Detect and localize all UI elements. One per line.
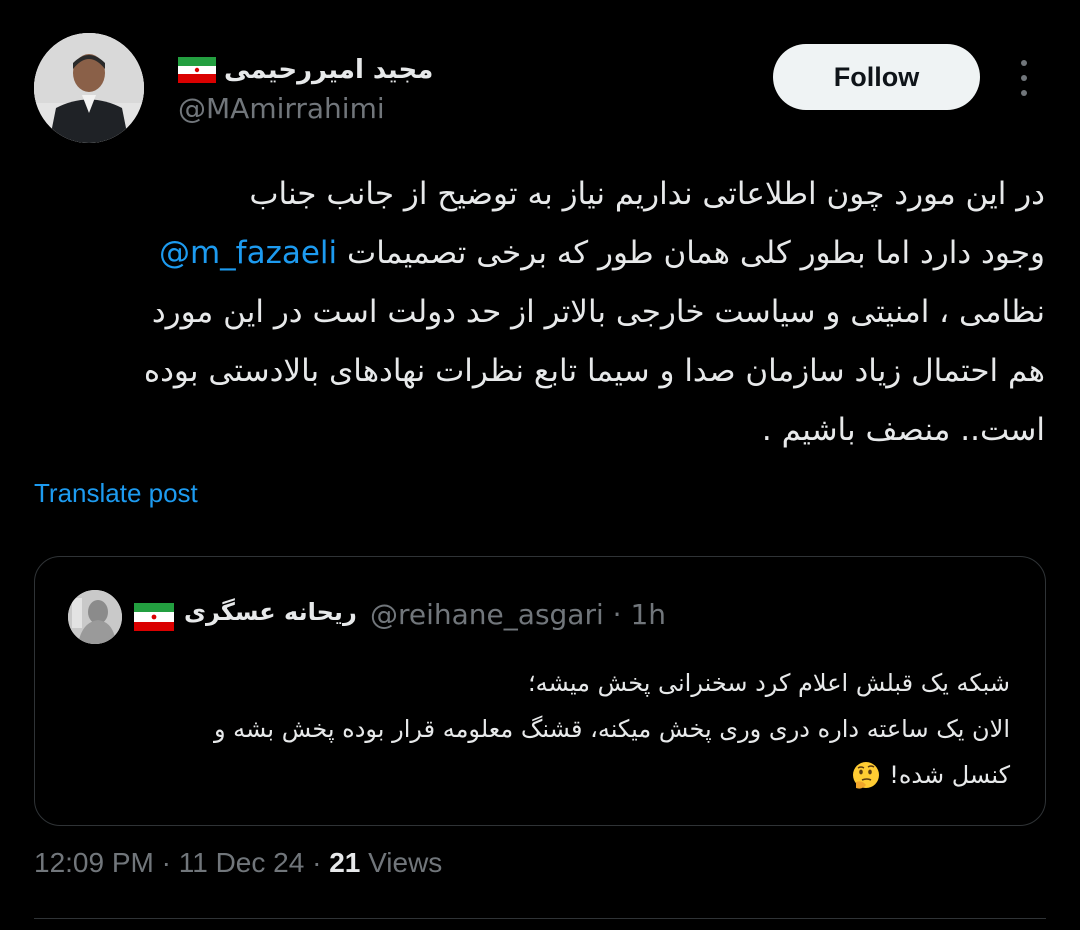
follow-button[interactable]: Follow [773, 44, 980, 110]
translate-post-link[interactable]: Translate post [34, 478, 198, 509]
mention-link[interactable]: @m_fazaeli [159, 235, 337, 271]
quoted-author-avatar [68, 590, 122, 644]
quoted-tweet-text: شبکه یک قبلش اعلام کرد سخنرانی پخش میشه؛… [50, 660, 1010, 798]
tweet-line: هم احتمال زیاد سازمان صدا و سیما تابع نظ… [143, 353, 1045, 389]
quoted-author-name: ریحانه عسگری [184, 598, 357, 626]
tweet-line: نظامی ، امنیتی و سیاست خارجی بالاتر از ح… [151, 294, 1045, 330]
quote-line-text: کنسل شده! [889, 761, 1010, 789]
author-handle[interactable]: @MAmirrahimi [178, 92, 385, 125]
tweet-text: در این مورد چون اطلاعاتی نداریم نیاز به … [40, 165, 1045, 460]
thinking-face-icon [852, 762, 879, 789]
post-timestamp[interactable]: 12:09 PM · 11 Dec 24 · [34, 847, 329, 878]
views-count: 21 [329, 847, 361, 878]
tweet-line: است.. منصف باشیم . [761, 412, 1045, 448]
divider [34, 918, 1046, 919]
author-name-text: مجید امیررحیمی [224, 55, 434, 85]
views-label: Views [360, 847, 443, 878]
author-display-name[interactable]: مجید امیررحیمی [178, 50, 433, 90]
iran-flag-icon [178, 57, 216, 83]
quote-line-with-emoji: کنسل شده! [50, 752, 1010, 798]
quote-line: شبکه یک قبلش اعلام کرد سخنرانی پخش میشه؛ [527, 669, 1010, 697]
more-dots-icon[interactable] [1010, 58, 1038, 98]
quote-line: الان یک ساعته داره دری وری پخش میکنه، قش… [213, 715, 1010, 743]
tweet-line-with-mention: وجود دارد اما بطور کلی همان طور که برخی … [40, 224, 1045, 283]
post-meta: 12:09 PM · 11 Dec 24 · 21 Views [34, 847, 442, 879]
tweet-line-text: وجود دارد اما بطور کلی همان طور که برخی … [347, 235, 1045, 271]
author-avatar[interactable] [34, 33, 144, 143]
iran-flag-icon [134, 603, 174, 631]
quoted-author-handle-time: @reihane_asgari · 1h [370, 598, 667, 631]
tweet-line: در این مورد چون اطلاعاتی نداریم نیاز به … [249, 176, 1045, 212]
